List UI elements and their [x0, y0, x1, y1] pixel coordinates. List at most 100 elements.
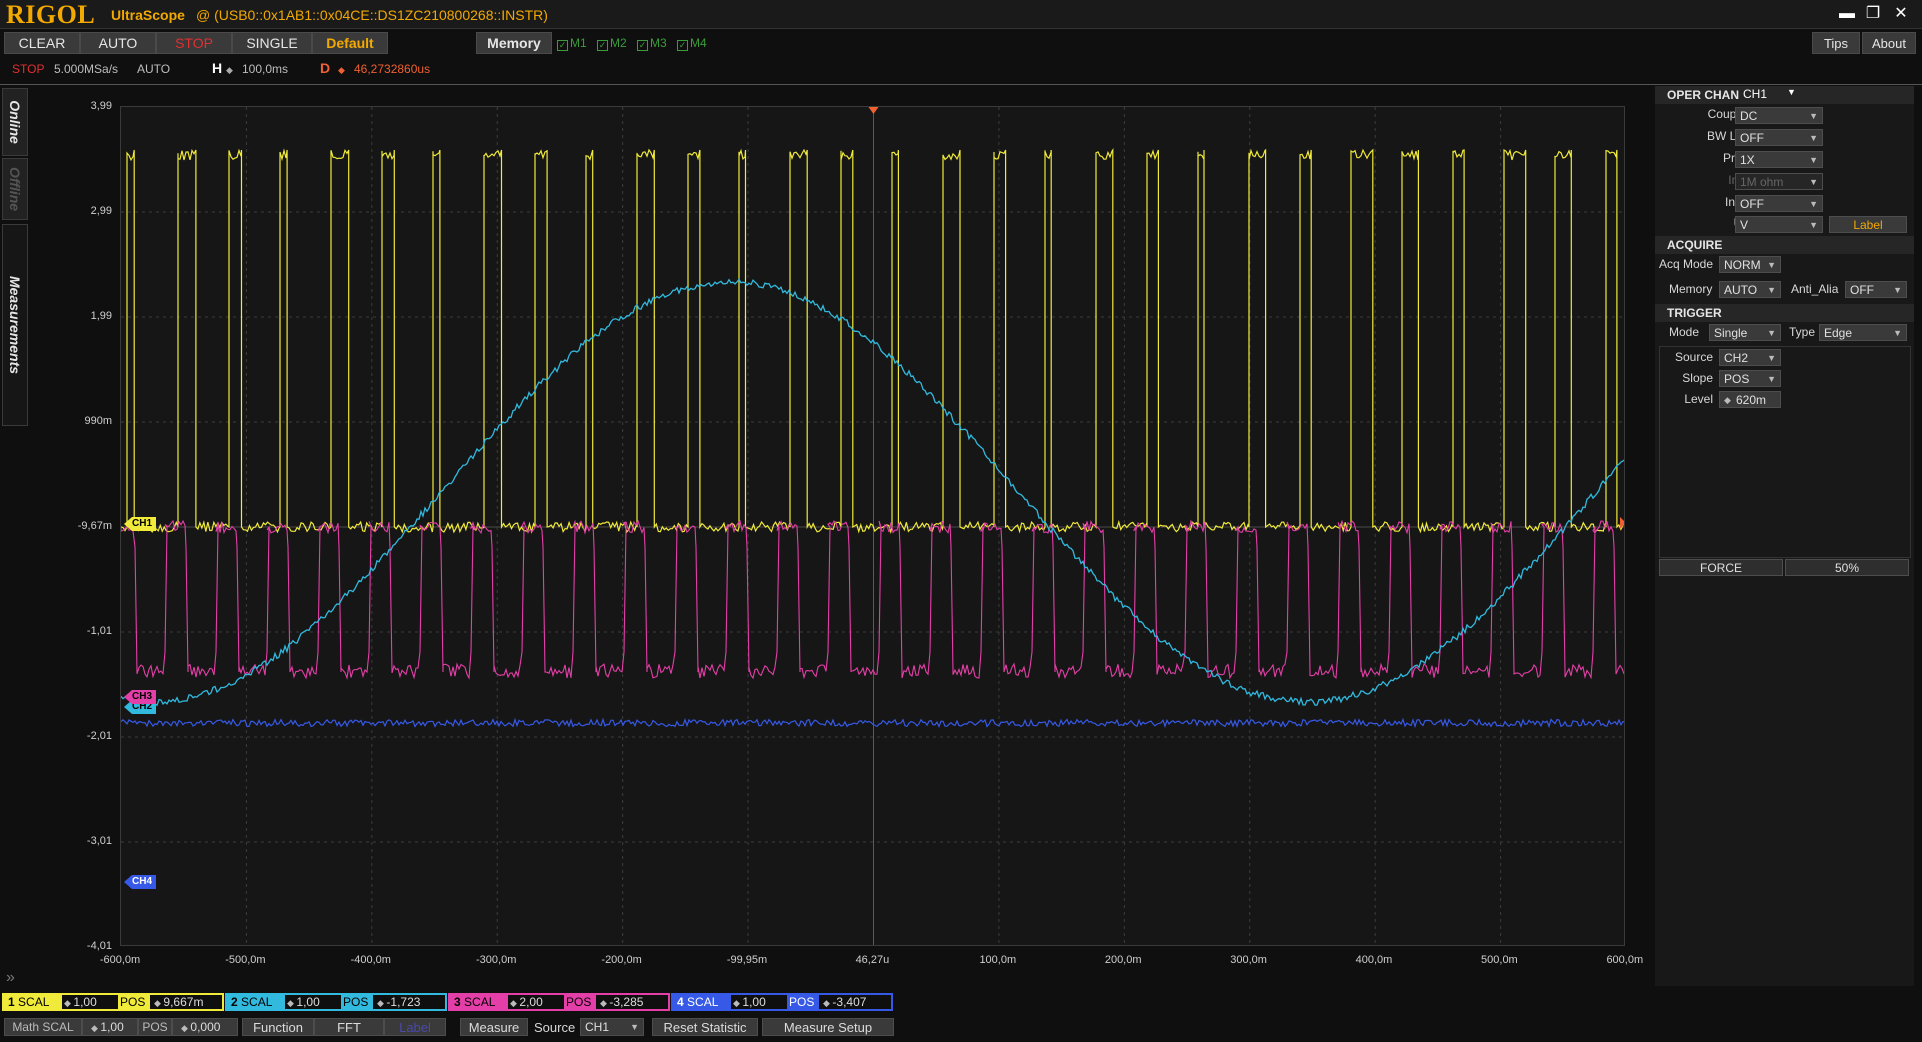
trigger-header: TRIGGER [1655, 304, 1914, 322]
channel-3-scal-stepper[interactable]: ◆ 2,00 [510, 995, 564, 1009]
chevron-down-icon: ▼ [1893, 285, 1902, 295]
trigger-slope-select[interactable]: POS ▼ [1719, 370, 1781, 387]
restore-icon[interactable]: ❐ [1862, 4, 1884, 24]
channel-1-scal-stepper[interactable]: ◆ 1,00 [64, 995, 118, 1009]
h-spin-icon[interactable]: ◆ [226, 65, 233, 76]
channel-1-scal-tag: 1 SCAL [4, 995, 62, 1009]
pos-value: 9,667m [163, 995, 204, 1009]
channel-3-pos-stepper[interactable]: ◆ -3,285 [600, 995, 670, 1009]
clear-button[interactable]: CLEAR [4, 32, 80, 54]
probe-select[interactable]: 1X ▼ [1735, 151, 1823, 168]
trigger-slope-value: POS [1724, 372, 1750, 386]
tab-online[interactable]: Online [2, 88, 28, 156]
measure-button[interactable]: Measure [460, 1018, 528, 1036]
m2-checkbox[interactable]: ✓ M2 [597, 36, 627, 51]
m1-checkbox[interactable]: ✓ M1 [557, 36, 587, 51]
settings-panel: OPER CHAN CH1 ▼ Coupling DC ▼ BW Limit OF… [1655, 86, 1914, 986]
close-icon[interactable]: ✕ [1890, 4, 1912, 24]
x-tick-label: -400,0m [350, 954, 391, 966]
m3-checkbox[interactable]: ✓ M3 [637, 36, 667, 51]
function-button[interactable]: Function [242, 1018, 314, 1036]
acq-mode-select[interactable]: NORM ▼ [1719, 256, 1781, 273]
x-tick-label: 100,0m [979, 954, 1017, 966]
x-tick-label: 200,0m [1104, 954, 1142, 966]
acq-mode-label: Acq Mode [1659, 257, 1714, 271]
fifty-percent-button[interactable]: 50% [1785, 559, 1909, 576]
spin-icon: ◆ [733, 998, 743, 1008]
minimize-icon[interactable]: ▬ [1836, 4, 1858, 24]
pos-value: -3,285 [609, 995, 644, 1009]
stop-button[interactable]: STOP [156, 32, 232, 54]
default-button[interactable]: Default [312, 32, 388, 54]
divider [0, 84, 1922, 85]
trigger-type-select[interactable]: Edge ▼ [1819, 324, 1907, 341]
single-button[interactable]: SINGLE [232, 32, 312, 54]
horizontal-scale: 100,0ms [242, 62, 289, 76]
expand-arrows-icon[interactable]: » [6, 969, 15, 987]
trigger-source-select[interactable]: CH2 ▼ [1719, 349, 1781, 366]
m1-label: M1 [570, 36, 587, 50]
spin-icon: ◆ [91, 1023, 101, 1033]
bw-limit-select[interactable]: OFF ▼ [1735, 129, 1823, 146]
delay-label: D [320, 60, 331, 76]
reset-statistic-button[interactable]: Reset Statistic [652, 1018, 758, 1036]
m4-checkbox[interactable]: ✓ M4 [677, 36, 707, 51]
x-tick-label: 400,0m [1355, 954, 1393, 966]
scal-label: SCAL [241, 995, 273, 1009]
channel-number: 3 [454, 995, 461, 1009]
spin-icon: ◆ [287, 998, 297, 1008]
oper-chan-select[interactable]: CH1 ▼ [1743, 87, 1813, 102]
tips-button[interactable]: Tips [1812, 32, 1860, 54]
coupling-select[interactable]: DC ▼ [1735, 107, 1823, 124]
trigger-mode-select[interactable]: Single ▼ [1709, 324, 1781, 341]
trigger-slope-label: Slope [1682, 371, 1713, 385]
pos-value: -1,723 [386, 995, 421, 1009]
channel-1-pos-stepper[interactable]: ◆ 9,667m [154, 995, 224, 1009]
channel-2-scal-stepper[interactable]: ◆ 1,00 [287, 995, 341, 1009]
anti-alias-select[interactable]: OFF ▼ [1845, 281, 1907, 298]
trigger-level-stepper[interactable]: ◆ 620m [1719, 391, 1781, 408]
chevron-down-icon: ▼ [1809, 220, 1818, 230]
y-tick-label: -2,01 [86, 730, 112, 742]
y-tick-label: 3,99 [90, 100, 112, 112]
scal-label: SCAL [464, 995, 496, 1009]
label-button[interactable]: Label [1829, 216, 1907, 233]
channel-number: 1 [8, 995, 15, 1009]
trigger-level-value: 620m [1736, 393, 1767, 407]
fft-button[interactable]: FFT [314, 1018, 384, 1036]
math-label-button[interactable]: Label [384, 1018, 446, 1036]
spin-icon: ◆ [377, 998, 387, 1008]
math-pos-stepper[interactable]: ◆ 0,000 [172, 1018, 238, 1036]
waveform-display[interactable] [120, 106, 1625, 946]
memory-button[interactable]: Memory [476, 32, 552, 54]
invert-select[interactable]: OFF ▼ [1735, 195, 1823, 212]
trigger-source-label: Source [1674, 350, 1713, 364]
d-spin-icon[interactable]: ◆ [338, 65, 345, 76]
measure-setup-button[interactable]: Measure Setup [762, 1018, 894, 1036]
pos-value: -3,407 [832, 995, 867, 1009]
anti-alias-value: OFF [1850, 283, 1874, 297]
force-button[interactable]: FORCE [1659, 559, 1783, 576]
bw-limit-value: OFF [1740, 131, 1764, 145]
spin-icon: ◆ [600, 998, 610, 1008]
channel-4-pos-stepper[interactable]: ◆ -3,407 [823, 995, 893, 1009]
about-button[interactable]: About [1862, 32, 1916, 54]
spin-icon: ◆ [154, 998, 164, 1008]
acq-mode-value: NORM [1724, 258, 1761, 272]
scal-value: 1,00 [742, 995, 766, 1009]
auto-button[interactable]: AUTO [80, 32, 156, 54]
channel-2-pos-stepper[interactable]: ◆ -1,723 [377, 995, 447, 1009]
channel-number: 4 [677, 995, 684, 1009]
channel-3-settings: 3 SCAL ◆ 2,00 POS ◆ -3,285 [448, 993, 670, 1011]
channel-4-scal-stepper[interactable]: ◆ 1,00 [733, 995, 787, 1009]
unit-select[interactable]: V ▼ [1735, 216, 1823, 233]
chevron-down-icon: ▼ [1809, 133, 1818, 143]
chevron-down-icon: ▼ [630, 1022, 639, 1032]
y-tick-label: -1,01 [86, 625, 112, 637]
memory-depth-select[interactable]: AUTO ▼ [1719, 281, 1781, 298]
math-scal-stepper[interactable]: ◆ 1,00 [82, 1018, 138, 1036]
tab-measurements[interactable]: Measurements [2, 224, 28, 426]
scal-label: SCAL [18, 995, 50, 1009]
check-icon: ✓ [597, 40, 608, 51]
measure-source-select[interactable]: CH1 ▼ [580, 1018, 644, 1036]
